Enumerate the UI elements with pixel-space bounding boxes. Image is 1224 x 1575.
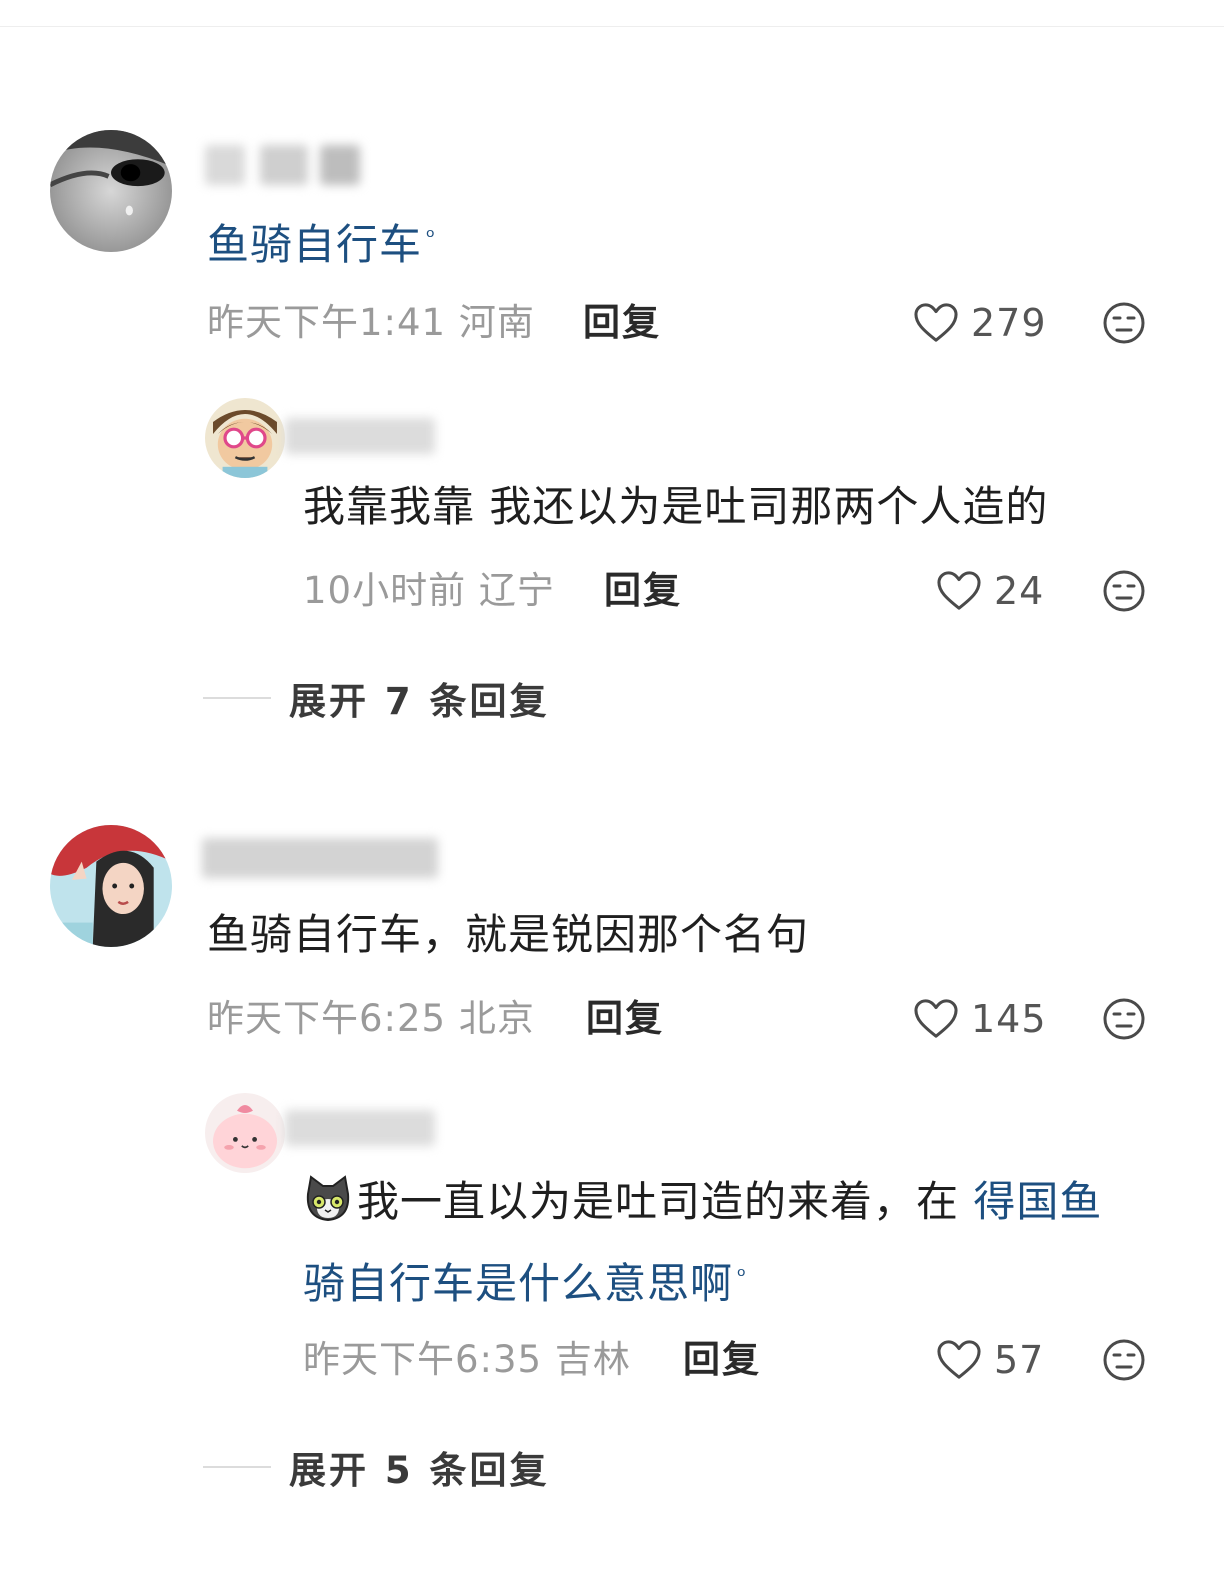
timestamp: 昨天下午1:41 — [207, 301, 447, 344]
reply-meta: 昨天下午6:35 吉林 — [303, 1335, 631, 1385]
search-icon[interactable]: ᵒ — [737, 1264, 747, 1289]
reply-button[interactable]: 回复 — [583, 298, 661, 348]
search-link[interactable]: 得国鱼 — [973, 1177, 1102, 1226]
top-divider — [0, 26, 1224, 27]
search-icon[interactable]: ᵒ — [426, 225, 436, 250]
avatar-image — [205, 398, 285, 478]
expand-label: 展开 7 条回复 — [289, 680, 550, 723]
like-button[interactable]: 279 — [913, 298, 1047, 348]
avatar-image — [205, 1093, 285, 1173]
timestamp: 昨天下午6:35 — [303, 1338, 543, 1381]
username-blurred[interactable] — [285, 418, 440, 454]
username-blurred[interactable] — [285, 1110, 440, 1146]
like-button[interactable]: 145 — [913, 994, 1047, 1044]
avatar[interactable] — [50, 130, 172, 252]
reply-text: 我靠我靠 我还以为是吐司那两个人造的 — [303, 482, 1049, 531]
reply-button[interactable]: 回复 — [586, 994, 664, 1044]
dislike-button[interactable] — [1102, 301, 1146, 345]
location: 辽宁 — [478, 569, 555, 612]
expand-label: 展开 5 条回复 — [289, 1449, 550, 1492]
comment-text: 鱼骑自行车，就是锐因那个名句 — [207, 910, 810, 959]
reply-text-line2: 骑自行车是什么意思啊 ᵒ — [303, 1249, 747, 1312]
reply-text: 我一直以为是吐司造的来着，在 得国鱼 — [303, 1174, 1102, 1230]
search-link[interactable]: 鱼骑自行车 — [207, 220, 422, 269]
avatar[interactable] — [205, 398, 285, 478]
heart-outline-icon — [914, 999, 958, 1038]
avatar-image — [50, 825, 172, 947]
location: 北京 — [458, 997, 535, 1040]
neutral-face-icon — [1103, 998, 1145, 1040]
expand-replies-button[interactable]: 展开 5 条回复 — [203, 1442, 550, 1492]
avatar[interactable] — [50, 825, 172, 947]
comment-meta: 昨天下午1:41 河南 — [207, 298, 535, 348]
heart-outline-icon — [937, 1340, 981, 1379]
dislike-button[interactable] — [1102, 997, 1146, 1041]
reply-button[interactable]: 回复 — [683, 1335, 761, 1385]
timestamp: 昨天下午6:25 — [207, 997, 447, 1040]
divider-dash — [203, 697, 271, 699]
dislike-button[interactable] — [1102, 569, 1146, 613]
expand-replies-button[interactable]: 展开 7 条回复 — [203, 673, 550, 723]
cat-emoji-icon — [306, 1175, 350, 1222]
neutral-face-icon — [1103, 302, 1145, 344]
search-link[interactable]: 骑自行车是什么意思啊 — [303, 1259, 733, 1308]
dislike-button[interactable] — [1102, 1338, 1146, 1382]
like-button[interactable]: 57 — [936, 1335, 1044, 1385]
reply-button[interactable]: 回复 — [604, 566, 682, 616]
avatar-image — [50, 130, 172, 252]
timestamp: 10小时前 — [303, 569, 467, 612]
avatar[interactable] — [205, 1093, 285, 1173]
heart-outline-icon — [937, 571, 981, 610]
username-blurred[interactable] — [202, 838, 442, 878]
comment-meta: 昨天下午6:25 北京 — [207, 994, 535, 1044]
neutral-face-icon — [1103, 1339, 1145, 1381]
neutral-face-icon — [1103, 570, 1145, 612]
heart-outline-icon — [914, 303, 958, 342]
comment-text: 鱼骑自行车 ᵒ — [207, 210, 436, 273]
location: 吉林 — [554, 1338, 631, 1381]
username-blurred[interactable] — [205, 145, 365, 185]
reply-text-body: 我一直以为是吐司造的来着，在 — [357, 1177, 974, 1226]
like-count: 279 — [971, 301, 1047, 345]
like-count: 145 — [971, 997, 1047, 1041]
like-button[interactable]: 24 — [936, 566, 1044, 616]
like-count: 24 — [994, 569, 1045, 613]
reply-meta: 10小时前 辽宁 — [303, 566, 555, 616]
location: 河南 — [458, 301, 535, 344]
like-count: 57 — [994, 1338, 1045, 1382]
divider-dash — [203, 1466, 271, 1468]
